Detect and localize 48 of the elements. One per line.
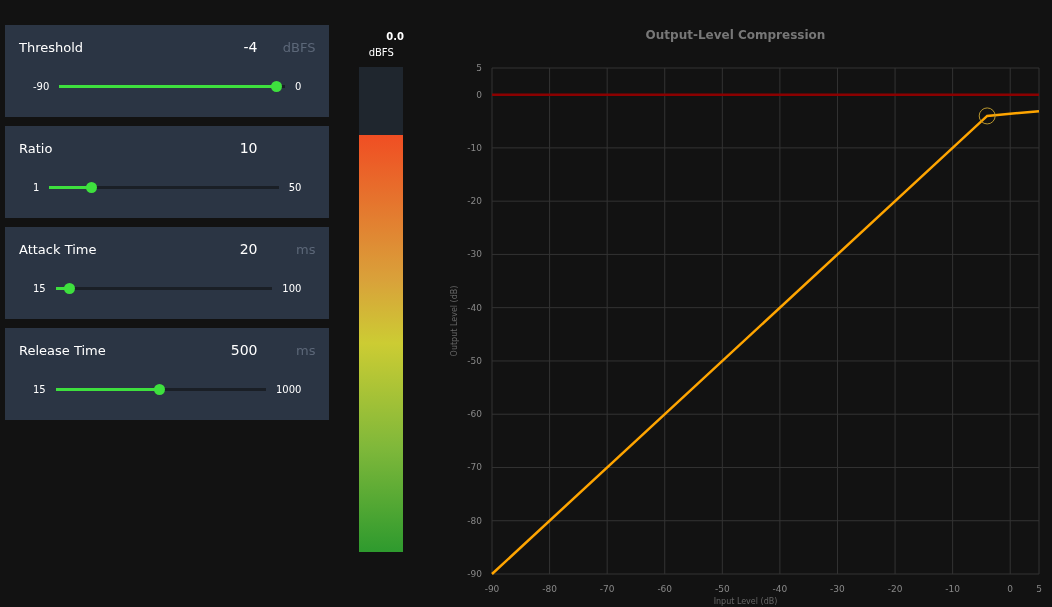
- x-axis-title: Input Level (dB): [713, 597, 778, 606]
- y-tick-label: -40: [467, 302, 482, 313]
- meter-unit: dBFS: [368, 47, 394, 58]
- slider-max: 1000: [276, 384, 302, 395]
- y-tick-label: -10: [467, 142, 482, 153]
- y-tick-label: -60: [467, 409, 482, 420]
- control-label: Ratio: [19, 140, 54, 156]
- chart-title: Output-Level Compression: [645, 28, 826, 42]
- slider-max: 100: [282, 283, 302, 294]
- control-value: 20: [239, 241, 258, 257]
- x-tick-label: -50: [714, 584, 730, 594]
- control-label: Release Time: [19, 342, 107, 358]
- x-tick-label: -70: [599, 584, 615, 594]
- control-label: Threshold: [19, 39, 85, 55]
- x-tick-label: -60: [657, 584, 673, 594]
- control-label: Attack Time: [19, 241, 98, 257]
- slider-min: 1: [33, 182, 40, 193]
- meter-reading: 0.0: [386, 31, 405, 42]
- x-tick-label: -10: [945, 584, 960, 594]
- slider-thumb[interactable]: [153, 384, 165, 395]
- slider-min: 15: [33, 283, 46, 294]
- slider-max: 0: [295, 81, 302, 92]
- slider-thumb[interactable]: [85, 182, 97, 193]
- slider-thumb[interactable]: [271, 81, 283, 92]
- threshold-marker[interactable]: [978, 107, 996, 125]
- x-tick-label: -90: [484, 584, 500, 594]
- x-tick-label: -80: [542, 584, 557, 594]
- control-value: 500: [230, 342, 258, 358]
- x-tick-label: 5: [1036, 584, 1042, 594]
- slider-max: 50: [288, 182, 302, 193]
- x-tick-label: -20: [887, 584, 903, 594]
- y-tick-label: -20: [467, 196, 482, 207]
- y-axis-title: Output Level (dB): [449, 285, 459, 357]
- y-tick-label: -70: [467, 462, 482, 473]
- control-value: 10: [239, 140, 258, 156]
- slider-min: 15: [33, 384, 46, 395]
- control-value: -4: [243, 39, 258, 55]
- y-tick-label: -50: [467, 355, 482, 366]
- y-tick-label: -80: [467, 515, 482, 526]
- x-tick-label: 0: [1007, 584, 1014, 594]
- y-tick-label: -90: [467, 569, 482, 579]
- y-tick-label: 0: [476, 89, 482, 100]
- y-tick-label: -30: [467, 249, 482, 260]
- y-tick-label: 5: [476, 63, 482, 73]
- slider-thumb[interactable]: [63, 283, 75, 294]
- x-tick-label: -30: [830, 584, 845, 594]
- slider-min: -90: [33, 81, 50, 92]
- x-tick-label: -40: [772, 584, 788, 594]
